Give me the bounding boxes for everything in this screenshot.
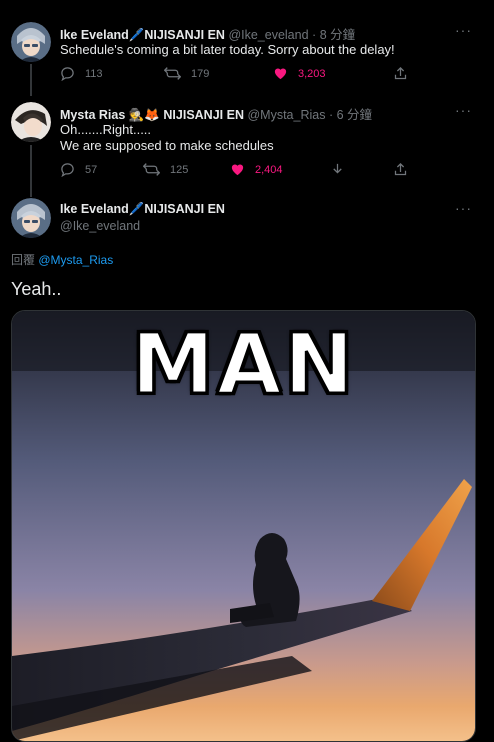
reply-count: 113 [85, 67, 103, 80]
author-handle[interactable]: @Mysta_Rias [247, 108, 325, 122]
more-options-icon[interactable]: ··· [455, 102, 472, 118]
more-options-icon[interactable]: ··· [455, 22, 472, 38]
thread-line [30, 145, 32, 197]
retweet-icon [143, 163, 160, 176]
retweet-count: 179 [191, 67, 210, 80]
dot-separator: · [312, 28, 317, 42]
heart-filled-icon [231, 164, 244, 176]
retweet-button[interactable]: 125 [143, 162, 188, 177]
author-name[interactable]: Ike Eveland [60, 28, 129, 42]
like-count: 2,404 [255, 163, 283, 176]
tweet-text-line-1: Oh.......Right..... [60, 122, 152, 137]
action-bar: 113 179 3,203 [60, 66, 420, 86]
tweet-image[interactable]: MAN [11, 310, 476, 742]
tweet-text: Schedule's coming a bit later today. Sor… [60, 42, 395, 57]
tweet-header: Ike Eveland🖊️NIJISANJI EN [60, 202, 225, 217]
like-count: 3,203 [298, 67, 326, 80]
download-icon [333, 163, 342, 174]
avatar-ike[interactable] [11, 198, 51, 238]
author-name[interactable]: Mysta Rias [60, 108, 125, 122]
heart-filled-icon [274, 68, 287, 80]
reply-to-link[interactable]: @Mysta_Rias [38, 253, 113, 267]
retweet-button[interactable]: 179 [164, 66, 209, 81]
main-tweet-text: Yeah.. [11, 279, 62, 299]
reply-icon [61, 163, 74, 177]
timestamp[interactable]: 6 分鐘 [337, 108, 372, 122]
reply-label: 回覆 [11, 253, 36, 267]
like-button[interactable]: 2,404 [230, 162, 283, 177]
like-button[interactable]: 3,203 [273, 66, 326, 81]
avatar-ike[interactable] [11, 22, 51, 62]
retweet-icon [164, 67, 181, 80]
author-affiliation: 🕵️🦊 NIJISANJI EN [128, 108, 244, 122]
tweet-2[interactable]: Mysta Rias 🕵️🦊 NIJISANJI EN @Mysta_Rias … [0, 95, 494, 197]
dot-separator: · [328, 108, 334, 122]
more-options-icon[interactable]: ··· [455, 200, 472, 216]
meme-caption: MAN [130, 315, 356, 413]
share-icon [394, 162, 407, 176]
reply-button[interactable]: 113 [60, 66, 103, 81]
share-button[interactable] [393, 162, 408, 177]
tweet-text-line-2: We are supposed to make schedules [60, 138, 274, 153]
author-affiliation: 🖊️NIJISANJI EN [128, 202, 225, 216]
reply-count: 57 [85, 163, 98, 176]
thread-line [30, 64, 32, 96]
reply-button[interactable]: 57 [60, 162, 97, 177]
author-handle[interactable]: @Ike_eveland [228, 28, 308, 42]
reply-context: 回覆 @Mysta_Rias [11, 251, 113, 268]
tweet-1[interactable]: Ike Eveland🖊️NIJISANJI EN @Ike_eveland ·… [0, 0, 494, 96]
download-button[interactable] [330, 162, 345, 177]
author-handle[interactable]: @Ike_eveland [60, 219, 140, 233]
author-affiliation: 🖊️NIJISANJI EN [128, 28, 225, 42]
action-bar: 57 125 2,404 [60, 162, 420, 182]
share-button[interactable] [393, 66, 408, 81]
avatar-mysta[interactable] [11, 102, 51, 142]
retweet-count: 125 [170, 163, 189, 176]
timestamp[interactable]: 8 分鐘 [320, 28, 355, 42]
reply-icon [61, 67, 74, 81]
share-icon [394, 66, 407, 80]
author-name[interactable]: Ike Eveland [60, 202, 129, 216]
